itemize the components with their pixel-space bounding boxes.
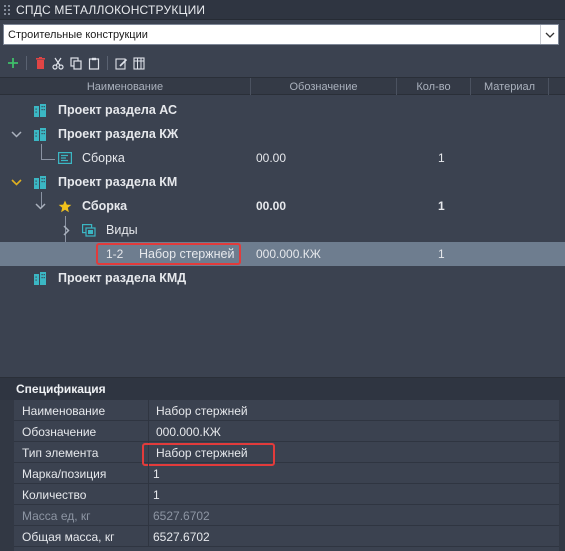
designation-cell: 000.000.КЖ	[256, 247, 321, 261]
drag-grip-icon[interactable]	[3, 3, 11, 16]
tree-node-label: Сборка	[82, 199, 128, 213]
star-icon	[58, 194, 72, 218]
property-row[interactable]: Наименование Набор стержней	[14, 400, 559, 421]
property-label: Тип элемента	[14, 442, 149, 463]
column-header-name[interactable]: Наименование	[0, 78, 250, 95]
panel-title: СПДС МЕТАЛЛОКОНСТРУКЦИИ	[16, 2, 206, 17]
building-icon	[34, 122, 46, 146]
property-label: Масса ед, кг	[14, 505, 149, 526]
property-label: Наименование	[14, 400, 149, 421]
tree-row[interactable]: Проект раздела КЖ	[0, 122, 565, 146]
property-row: Масса ед, кг 6527.6702	[14, 505, 559, 526]
chevron-down-icon[interactable]	[11, 170, 22, 194]
qty-cell: 1	[438, 247, 445, 261]
chevron-right-icon[interactable]	[63, 218, 70, 242]
column-header-qty[interactable]: Кол-во	[396, 78, 470, 95]
spec-gutter	[0, 400, 14, 551]
views-icon	[82, 218, 96, 242]
property-row[interactable]: Марка/позиция 1	[14, 463, 559, 484]
designation-cell: 00.00	[256, 199, 287, 213]
qty-cell: 1	[438, 151, 445, 165]
building-icon	[34, 98, 46, 122]
tree-row[interactable]: Проект раздела КМД	[0, 266, 565, 290]
column-header-material[interactable]: Материал	[470, 78, 548, 95]
chevron-down-icon[interactable]	[11, 122, 22, 146]
property-value: 6527.6702	[153, 508, 210, 523]
specification-header[interactable]: Спецификация	[0, 378, 565, 400]
edit-icon[interactable]	[114, 55, 128, 71]
property-label: Общая масса, кг	[14, 526, 149, 547]
chevron-down-icon[interactable]	[35, 194, 46, 218]
add-icon[interactable]	[6, 55, 20, 71]
panel-title-bar[interactable]: СПДС МЕТАЛЛОКОНСТРУКЦИИ	[0, 0, 565, 20]
property-row[interactable]: Обозначение 000.000.КЖ	[14, 421, 559, 442]
tree-node-label: Проект раздела КЖ	[58, 127, 179, 141]
property-value[interactable]: 1	[153, 463, 160, 484]
table-icon[interactable]	[132, 55, 146, 71]
tree-node-label: Виды	[106, 223, 138, 237]
designation-cell: 00.00	[256, 151, 287, 165]
column-header-filler	[548, 78, 565, 95]
tree-row[interactable]: Виды	[0, 218, 565, 242]
grid-header: Наименование Обозначение Кол-во Материал	[0, 77, 565, 95]
property-value[interactable]: 000.000.КЖ	[156, 421, 221, 442]
cut-icon[interactable]	[51, 55, 65, 71]
tree-node-label: Сборка	[82, 151, 125, 165]
property-value[interactable]: Набор стержней	[156, 400, 248, 421]
qty-cell: 1	[438, 199, 445, 213]
copy-icon[interactable]	[69, 55, 83, 71]
property-value[interactable]: 1	[153, 484, 160, 505]
tree-row[interactable]: Сборка 00.00 1	[0, 194, 565, 218]
tree-node-label: Проект раздела КМ	[58, 175, 178, 189]
toolbar-separator	[26, 56, 27, 70]
tree-row-selected[interactable]: 1-2 Набор стержней 000.000.КЖ 1	[0, 242, 565, 266]
property-label: Количество	[14, 484, 149, 505]
tree-node-label: Проект раздела КМД	[58, 271, 187, 285]
property-row[interactable]: Тип элемента Набор стержней	[14, 442, 559, 466]
highlight-box	[96, 243, 241, 265]
building-icon	[34, 170, 46, 194]
delete-icon[interactable]	[33, 55, 47, 71]
property-label: Обозначение	[14, 421, 149, 442]
structure-tree: Проект раздела АС Проект раздела КЖ Сбор…	[0, 96, 565, 376]
specification-panel: Спецификация Наименование Набор стержней…	[0, 377, 565, 551]
category-select-value: Строительные конструкции	[8, 28, 148, 41]
toolbar	[6, 53, 146, 73]
building-icon	[34, 266, 46, 290]
assembly-icon	[58, 146, 72, 170]
tree-row[interactable]: Проект раздела АС	[0, 98, 565, 122]
tree-row[interactable]: Сборка 00.00 1	[0, 146, 565, 170]
tree-node-label: Проект раздела АС	[58, 103, 178, 117]
column-header-designation[interactable]: Обозначение	[250, 78, 396, 95]
category-select[interactable]: Строительные конструкции	[3, 24, 559, 45]
toolbar-separator	[107, 56, 108, 70]
property-label: Марка/позиция	[14, 463, 149, 484]
chevron-down-icon[interactable]	[540, 25, 558, 44]
property-row: Общая масса, кг 6527.6702	[14, 526, 559, 547]
paste-icon[interactable]	[87, 55, 101, 71]
property-value: 6527.6702	[153, 529, 210, 544]
property-row[interactable]: Количество 1	[14, 484, 559, 505]
tree-row[interactable]: Проект раздела КМ	[0, 170, 565, 194]
spec-scrollbar[interactable]	[559, 400, 565, 551]
